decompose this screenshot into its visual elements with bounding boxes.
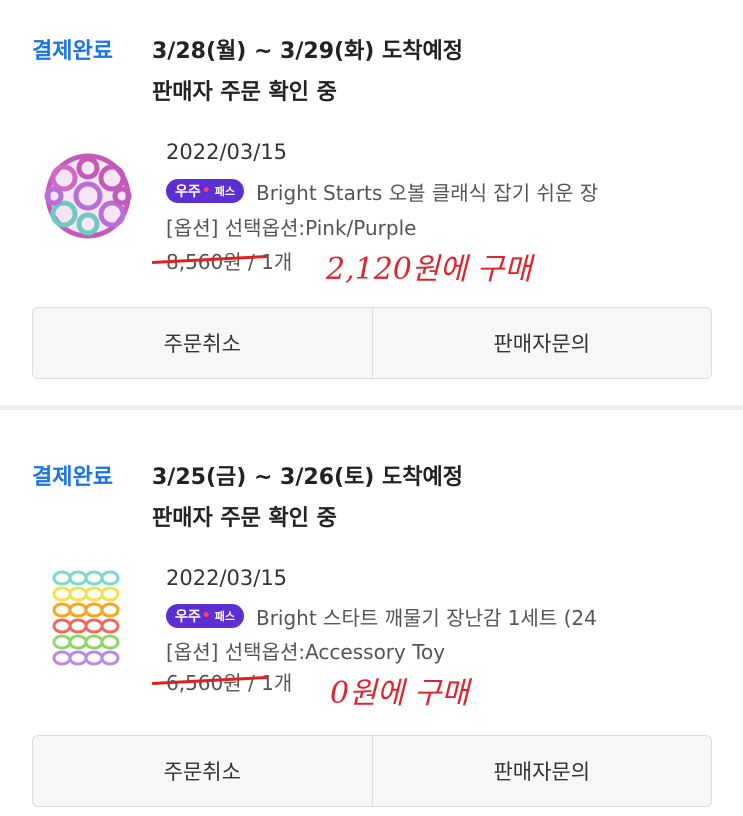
order-status: 결제완료: [32, 39, 113, 64]
price-row: 8,560원 / 1개: [152, 246, 293, 275]
seller-status: 판매자 주문 확인 중: [152, 80, 337, 105]
quantity: / 1개: [248, 250, 293, 274]
quantity: / 1개: [248, 671, 293, 695]
oball-pink-purple-icon[interactable]: [40, 148, 136, 244]
rocket-pass-badge: 우주 • 패스: [166, 179, 244, 203]
original-price: 8,560원: [152, 246, 267, 275]
handwritten-annotation: 0원에 구매: [330, 676, 470, 711]
product-name[interactable]: Bright 스타트 깨물기 장난감 1세트 (24: [256, 602, 597, 631]
handwritten-annotation: 2,120원에 구매: [326, 252, 532, 287]
delivery-estimate: 3/28(월) ~ 3/29(화) 도착예정: [152, 39, 463, 64]
cancel-order-button[interactable]: 주문취소: [33, 308, 372, 378]
order-date: 2022/03/15: [166, 140, 288, 164]
order-card: 결제완료 3/28(월) ~ 3/29(화) 도착예정 판매자 주문 확인 중 …: [0, 0, 743, 405]
rocket-pass-badge: 우주 • 패스: [166, 604, 244, 628]
cancel-order-button[interactable]: 주문취소: [33, 736, 372, 806]
order-card: 결제완료 3/25(금) ~ 3/26(토) 도착예정 판매자 주문 확인 중 …: [0, 410, 743, 816]
product-title-row[interactable]: 우주 • 패스 Bright 스타트 깨물기 장난감 1세트 (24: [166, 601, 666, 631]
seller-inquiry-button[interactable]: 판매자문의: [371, 736, 712, 806]
order-date: 2022/03/15: [166, 566, 288, 590]
product-option: [옵션] 선택옵션:Accessory Toy: [166, 640, 446, 664]
order-actions: 주문취소 판매자문의: [32, 735, 712, 807]
rainbow-links-icon[interactable]: [52, 568, 120, 668]
original-price: 6,560원: [152, 667, 267, 696]
product-option: [옵션] 선택옵션:Pink/Purple: [166, 216, 417, 240]
order-actions: 주문취소 판매자문의: [32, 307, 712, 379]
order-status: 결제완료: [32, 465, 113, 490]
delivery-estimate: 3/25(금) ~ 3/26(토) 도착예정: [152, 465, 463, 490]
price-row: 6,560원 / 1개: [152, 667, 293, 696]
seller-inquiry-button[interactable]: 판매자문의: [371, 308, 712, 378]
seller-status: 판매자 주문 확인 중: [152, 506, 337, 531]
product-title-row[interactable]: 우주 • 패스 Bright Starts 오볼 클래식 잡기 쉬운 장: [166, 176, 666, 206]
product-name[interactable]: Bright Starts 오볼 클래식 잡기 쉬운 장: [256, 177, 598, 206]
